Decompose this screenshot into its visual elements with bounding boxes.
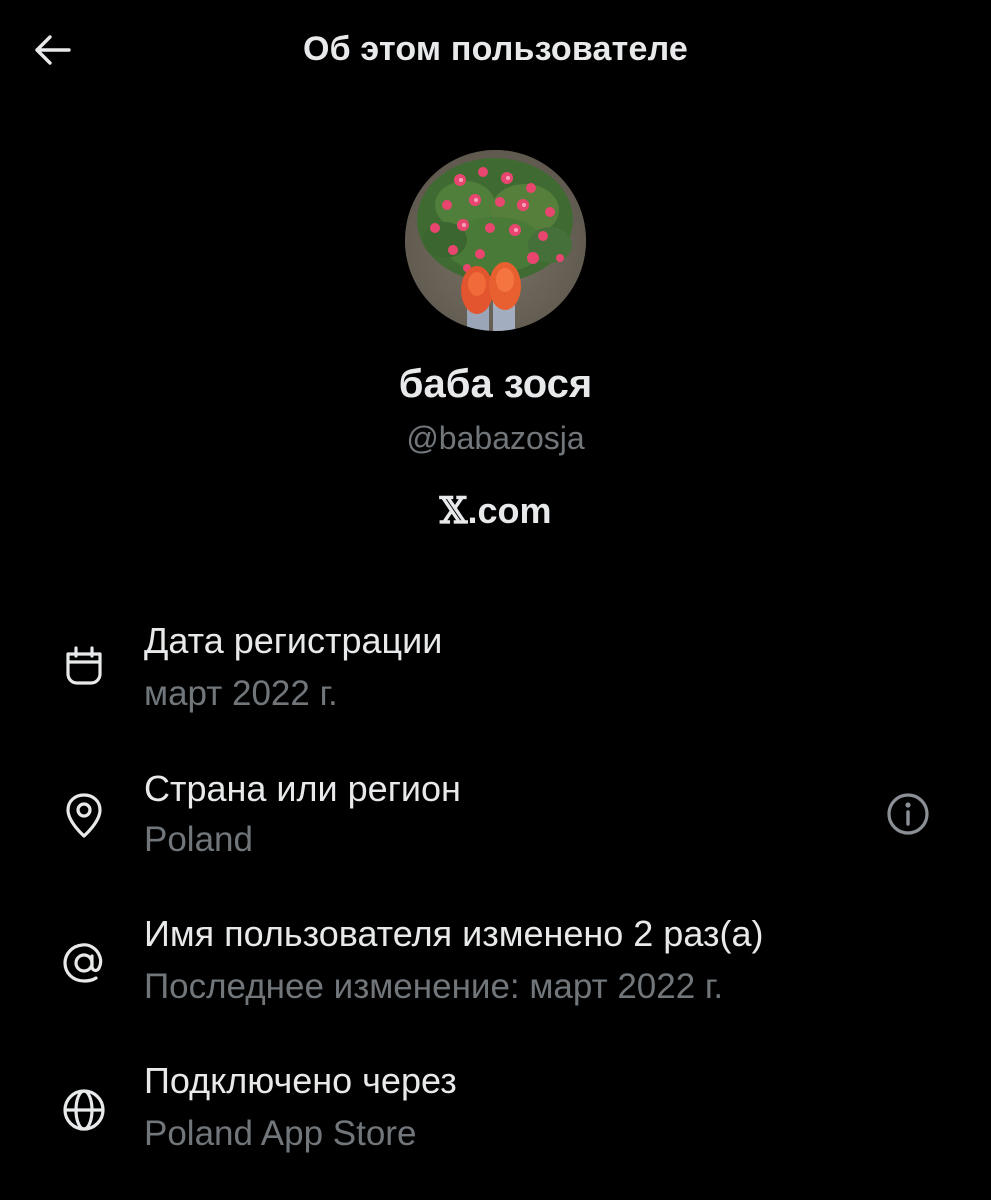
platform-domain: .com [467, 490, 552, 531]
info-row-joined: Дата регистрации март 2022 г. [0, 620, 991, 730]
display-name: баба зося [398, 362, 593, 406]
header: Об этом пользователе [0, 0, 991, 100]
info-row-connected-via: Подключено через Poland App Store [0, 1060, 991, 1170]
info-circle-icon [887, 793, 929, 835]
joined-value: март 2022 г. [144, 674, 338, 713]
calendar-icon [52, 634, 116, 698]
globe-icon [52, 1078, 116, 1142]
connected-via-value: Poland App Store [144, 1114, 417, 1153]
country-title: Страна или регион [144, 768, 461, 809]
avatar-photo [405, 150, 586, 331]
at-sign-icon [52, 931, 116, 995]
country-value: Poland [144, 820, 253, 859]
info-row-username-changes: Имя пользователя изменено 2 раз(а) После… [0, 913, 991, 1023]
x-logo-icon: 𝕏 [439, 490, 468, 532]
joined-title: Дата регистрации [144, 620, 443, 661]
platform-label: 𝕏.com [0, 490, 991, 532]
username-changes-value: Последнее изменение: март 2022 г. [144, 967, 724, 1006]
info-row-country: Страна или регион Poland [0, 768, 991, 878]
country-info-button[interactable] [880, 786, 936, 842]
username-changes-title: Имя пользователя изменено 2 раз(а) [144, 913, 764, 954]
connected-via-title: Подключено через [144, 1060, 457, 1101]
location-pin-icon [52, 784, 116, 848]
avatar[interactable] [405, 150, 586, 331]
page-title: Об этом пользователе [302, 30, 689, 68]
username-handle: @babazosja [406, 420, 585, 456]
